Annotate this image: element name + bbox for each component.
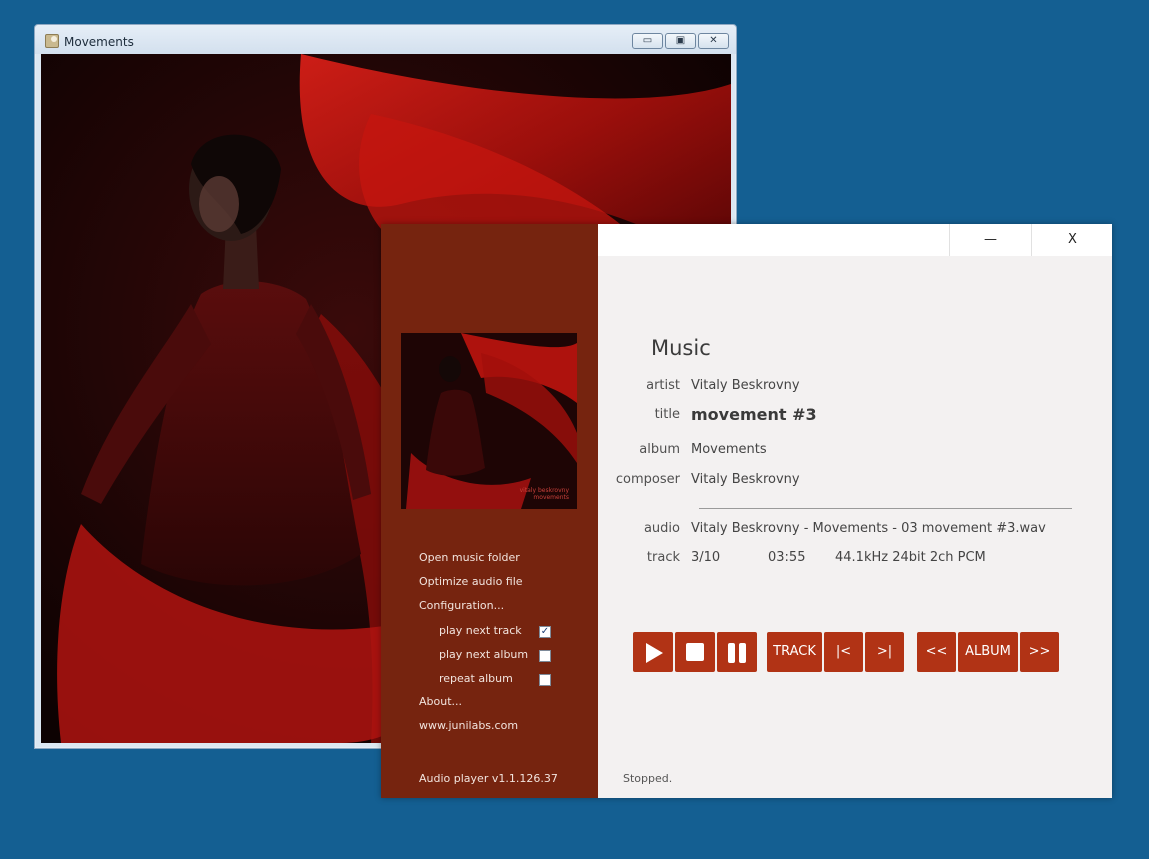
viewer-maximize-button[interactable]: ▣ xyxy=(665,33,696,49)
optimize-audio-file-link[interactable]: Optimize audio file xyxy=(419,575,523,588)
playback-status: Stopped. xyxy=(623,772,673,785)
title-value: movement #3 xyxy=(691,405,817,424)
cover-album-text: movements xyxy=(533,494,569,501)
play-next-track-label: play next track xyxy=(439,624,522,637)
about-link[interactable]: About... xyxy=(419,695,462,708)
audio-label: audio xyxy=(643,521,680,536)
duration-value: 03:55 xyxy=(768,550,806,565)
album-value: Movements xyxy=(691,442,767,457)
pause-button[interactable] xyxy=(717,632,757,672)
viewer-minimize-button[interactable]: ▭ xyxy=(632,33,663,49)
player-sidebar: vitaly beskrovny movements Open music fo… xyxy=(381,224,598,798)
artist-label: artist xyxy=(646,378,680,393)
album-cover-caption: vitaly beskrovny movements xyxy=(520,487,569,501)
play-next-album-label: play next album xyxy=(439,648,529,661)
next-album-button[interactable]: >> xyxy=(1020,632,1059,672)
open-music-folder-link[interactable]: Open music folder xyxy=(419,551,520,564)
audio-file-value: Vitaly Beskrovny - Movements - 03 moveme… xyxy=(691,521,1046,536)
play-button[interactable] xyxy=(633,632,673,672)
album-cover-illustration xyxy=(401,333,577,509)
pause-icon xyxy=(728,643,746,663)
composer-label: composer xyxy=(615,472,680,487)
player-titlebar[interactable]: — X xyxy=(598,224,1112,256)
album-cover-thumbnail: vitaly beskrovny movements xyxy=(401,333,577,509)
play-next-album-checkbox[interactable] xyxy=(539,650,551,662)
composer-value: Vitaly Beskrovny xyxy=(691,472,800,487)
checkmark-icon: ✓ xyxy=(540,626,550,637)
repeat-album-checkbox[interactable] xyxy=(539,674,551,686)
play-next-track-checkbox[interactable]: ✓ xyxy=(539,626,551,638)
stop-icon xyxy=(686,643,704,661)
repeat-album-label: repeat album xyxy=(439,672,513,685)
next-track-button[interactable]: >| xyxy=(865,632,904,672)
website-link[interactable]: www.junilabs.com xyxy=(419,719,518,732)
app-photo-icon xyxy=(45,34,59,48)
previous-album-button[interactable]: << xyxy=(917,632,956,672)
format-value: 44.1kHz 24bit 2ch PCM xyxy=(835,550,986,565)
viewer-title: Movements xyxy=(64,35,134,49)
viewer-close-button[interactable]: ✕ xyxy=(698,33,729,49)
track-label: track xyxy=(646,550,680,565)
player-minimize-button[interactable]: — xyxy=(949,224,1031,256)
title-label: title xyxy=(654,407,680,422)
stop-button[interactable] xyxy=(675,632,715,672)
section-title: Music xyxy=(651,336,711,360)
audio-player-window: vitaly beskrovny movements Open music fo… xyxy=(381,224,1112,798)
previous-track-button[interactable]: |< xyxy=(824,632,863,672)
player-close-button[interactable]: X xyxy=(1031,224,1113,256)
cover-artist-text: vitaly beskrovny xyxy=(519,487,569,494)
version-label: Audio player v1.1.126.37 xyxy=(419,772,558,785)
info-separator xyxy=(699,508,1072,509)
play-icon xyxy=(646,643,663,663)
artist-value: Vitaly Beskrovny xyxy=(691,378,800,393)
configuration-link[interactable]: Configuration... xyxy=(419,599,504,612)
track-button[interactable]: TRACK xyxy=(767,632,822,672)
track-number-value: 3/10 xyxy=(691,550,721,565)
album-button[interactable]: ALBUM xyxy=(958,632,1018,672)
viewer-titlebar[interactable]: Movements ▭ ▣ ✕ xyxy=(35,25,736,54)
album-label: album xyxy=(639,442,680,457)
